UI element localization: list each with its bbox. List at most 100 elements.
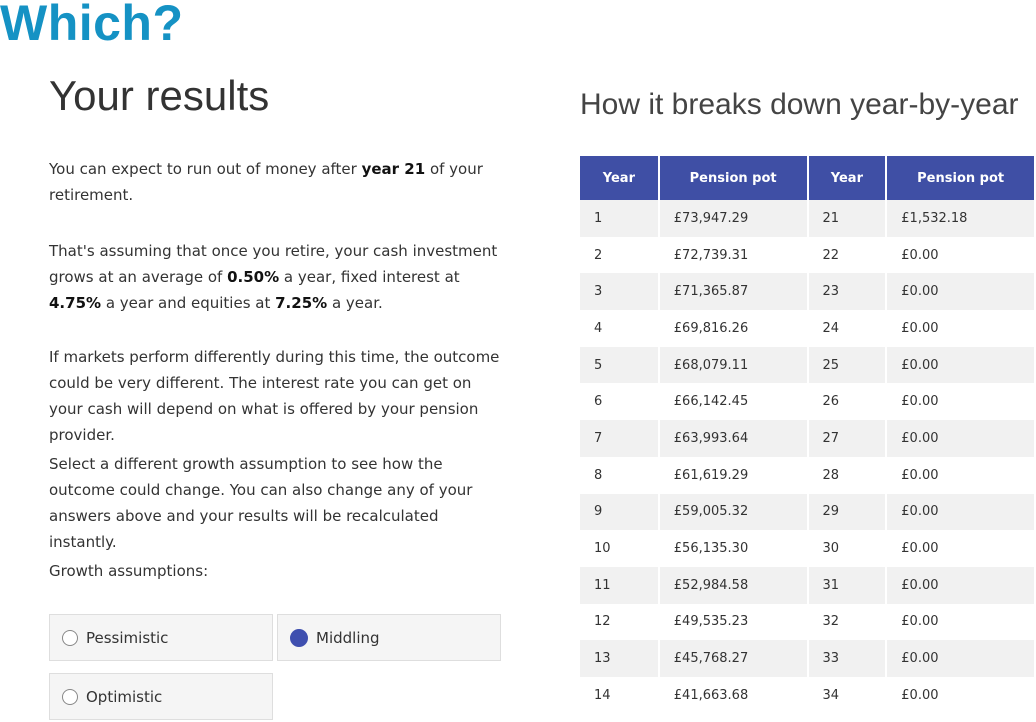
- table-row: 12 £49,535.23 32 £0.00: [580, 603, 1036, 641]
- growth-assumptions-label: Growth assumptions:: [49, 562, 209, 580]
- pension-pot-cell: £0.00: [886, 566, 1036, 604]
- table-row: 6 £66,142.45 26 £0.00: [580, 383, 1036, 421]
- year-cell: 8: [580, 456, 660, 494]
- table-row: 13 £45,768.27 33 £0.00: [580, 640, 1036, 677]
- year-cell: 2: [580, 236, 660, 274]
- pension-pot-cell: £0.00: [886, 456, 1036, 494]
- year-cell: 21: [807, 200, 888, 237]
- assumption-text-2: a year, fixed interest at: [279, 268, 460, 286]
- year-cell: 6: [580, 383, 660, 421]
- header-pension-pot-2: Pension pot: [886, 156, 1036, 200]
- pension-pot-cell: £1,532.18: [886, 200, 1036, 237]
- header-year-1: Year: [580, 156, 660, 200]
- pension-pot-cell: £0.00: [886, 383, 1036, 421]
- year-cell: 24: [807, 310, 888, 347]
- year-cell: 23: [807, 273, 888, 311]
- results-paragraph-markets: If markets perform differently during th…: [49, 348, 500, 444]
- year-cell: 26: [807, 383, 888, 421]
- table-row: 7 £63,993.64 27 £0.00: [580, 420, 1036, 457]
- year-cell: 9: [580, 493, 660, 531]
- runout-year: year 21: [361, 160, 426, 178]
- radio-label-middling: Middling: [316, 628, 380, 647]
- pension-pot-cell: £0.00: [886, 603, 1036, 641]
- table-row: 8 £61,619.29 28 £0.00: [580, 456, 1036, 494]
- radio-circle-icon: [62, 629, 78, 646]
- year-cell: 27: [807, 420, 888, 457]
- table-row: 5 £68,079.11 25 £0.00: [580, 346, 1036, 384]
- fixed-interest-rate: 4.75%: [49, 294, 102, 312]
- pension-pot-cell: £63,993.64: [658, 420, 809, 457]
- pension-pot-cell: £68,079.11: [658, 346, 809, 384]
- equities-rate: 7.25%: [275, 294, 328, 312]
- pension-pot-cell: £52,984.58: [658, 566, 809, 604]
- header-pension-pot-1: Pension pot: [658, 156, 809, 200]
- pension-pot-cell: £0.00: [886, 493, 1036, 531]
- assumption-text-4: a year.: [327, 294, 383, 312]
- year-cell: 11: [580, 566, 660, 604]
- pension-pot-cell: £71,365.87: [658, 273, 809, 311]
- pension-pot-cell: £0.00: [886, 420, 1036, 457]
- table-row: 10 £56,135.30 30 £0.00: [580, 530, 1036, 567]
- radio-middling[interactable]: Middling: [277, 614, 501, 661]
- year-cell: 1: [580, 200, 660, 237]
- pension-pot-cell: £73,947.29: [658, 200, 809, 237]
- year-cell: 12: [580, 603, 660, 641]
- pension-pot-cell: £45,768.27: [658, 640, 809, 677]
- results-paragraph-runout: You can expect to run out of money after…: [49, 156, 509, 208]
- year-cell: 13: [580, 640, 660, 677]
- year-cell: 14: [580, 676, 660, 714]
- results-paragraph-assumptions: That's assuming that once you retire, yo…: [49, 238, 509, 316]
- pension-pot-cell: £0.00: [886, 273, 1036, 311]
- brand-logo: Which?: [0, 0, 184, 51]
- pension-pot-cell: £59,005.32: [658, 493, 809, 531]
- year-cell: 4: [580, 310, 660, 347]
- pension-pot-cell: £0.00: [886, 346, 1036, 384]
- year-cell: 31: [807, 566, 888, 604]
- pension-pot-cell: £41,663.68: [658, 676, 809, 714]
- table-row: 11 £52,984.58 31 £0.00: [580, 566, 1036, 604]
- pension-pot-cell: £0.00: [886, 530, 1036, 567]
- year-cell: 3: [580, 273, 660, 311]
- year-cell: 28: [807, 456, 888, 494]
- year-cell: 10: [580, 530, 660, 567]
- breakdown-table: Year Pension pot Year Pension pot 1 £73,9…: [580, 156, 1036, 714]
- pension-pot-cell: £56,135.30: [658, 530, 809, 567]
- radio-pessimistic[interactable]: Pessimistic: [49, 614, 273, 661]
- table-row: 14 £41,663.68 34 £0.00: [580, 676, 1036, 714]
- year-cell: 30: [807, 530, 888, 567]
- pension-pot-cell: £72,739.31: [658, 236, 809, 274]
- pension-pot-cell: £0.00: [886, 310, 1036, 347]
- runout-text-pre: You can expect to run out of money after: [49, 160, 362, 178]
- pension-pot-cell: £0.00: [886, 676, 1036, 714]
- pension-pot-cell: £66,142.45: [658, 383, 809, 421]
- radio-label-optimistic: Optimistic: [86, 687, 163, 706]
- results-title: Your results: [49, 72, 270, 119]
- pension-pot-cell: £69,816.26: [658, 310, 809, 347]
- table-row: 3 £71,365.87 23 £0.00: [580, 273, 1036, 311]
- year-cell: 32: [807, 603, 888, 641]
- radio-optimistic[interactable]: Optimistic: [49, 673, 273, 720]
- assumption-text-3: a year and equities at: [101, 294, 276, 312]
- table-row: 4 £69,816.26 24 £0.00: [580, 310, 1036, 347]
- radio-selected-icon: [290, 628, 308, 647]
- radio-label-pessimistic: Pessimistic: [86, 628, 169, 647]
- pension-pot-cell: £0.00: [886, 236, 1036, 274]
- year-cell: 22: [807, 236, 888, 274]
- pension-pot-cell: £61,619.29: [658, 456, 809, 494]
- table-row: 2 £72,739.31 22 £0.00: [580, 236, 1036, 274]
- table-row: 1 £73,947.29 21 £1,532.18: [580, 200, 1036, 237]
- table-row: 9 £59,005.32 29 £0.00: [580, 493, 1036, 531]
- cash-rate: 0.50%: [227, 268, 280, 286]
- breakdown-title: How it breaks down year-by-year: [580, 88, 1019, 121]
- year-cell: 29: [807, 493, 888, 531]
- year-cell: 7: [580, 420, 660, 457]
- pension-pot-cell: £0.00: [886, 640, 1036, 677]
- year-cell: 33: [807, 640, 888, 677]
- header-year-2: Year: [807, 156, 888, 200]
- year-cell: 34: [807, 676, 888, 714]
- breakdown-header-row: Year Pension pot Year Pension pot: [580, 156, 1036, 200]
- pension-pot-cell: £49,535.23: [658, 603, 809, 641]
- results-paragraph-select: Select a different growth assumption to …: [49, 455, 473, 551]
- year-cell: 25: [807, 346, 888, 384]
- year-cell: 5: [580, 346, 660, 384]
